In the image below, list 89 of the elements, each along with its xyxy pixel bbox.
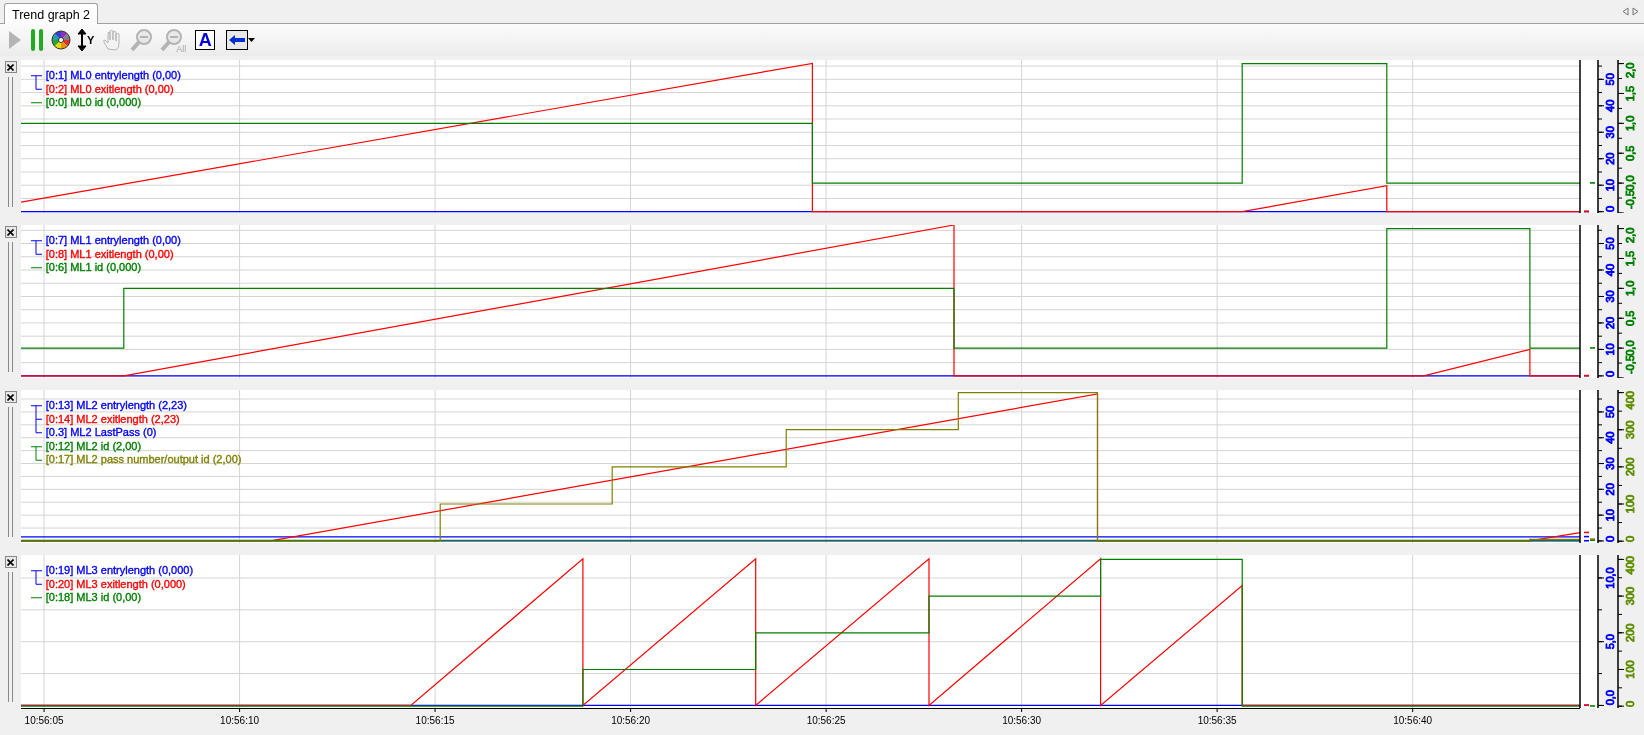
- axis-label: 10:56:35: [1197, 715, 1237, 726]
- axis-label: 300: [1624, 586, 1636, 606]
- axis-label: 300: [1624, 420, 1636, 439]
- axis-label: 10:56:40: [1393, 715, 1433, 726]
- axis-label: 10:56:05: [24, 715, 64, 726]
- left-arrow-icon: [229, 34, 246, 46]
- axis-label: 0,0: [1604, 690, 1616, 706]
- splitter-handle-icon: [6, 407, 15, 537]
- legend-entry: [0:6] ML1 id (0,000): [45, 261, 142, 275]
- legend-entry: [0:12] ML2 id (2,00): [45, 439, 143, 453]
- axis-label: 1,5: [1624, 85, 1636, 102]
- pause-icon: [29, 28, 45, 52]
- legend-entry: [0:0] ML0 id (0,000): [45, 96, 142, 110]
- tab[interactable]: Trend graph 2: [4, 3, 99, 24]
- axis-label: 20: [1604, 316, 1616, 330]
- vertical-arrows-icon: [77, 29, 87, 51]
- axis-label: -0,5: [1624, 190, 1636, 210]
- legend-entry: [0:19] ML3 entrylength (0,000): [45, 564, 194, 578]
- axis-label: 0: [1604, 535, 1616, 542]
- axis-label: 30: [1604, 457, 1616, 470]
- legend-entry: [0:2] ML0 exitlength (0,00): [45, 82, 175, 96]
- axis-label: 100: [1624, 660, 1636, 679]
- axis-label: 20: [1604, 152, 1616, 165]
- axis-label: 40: [1604, 431, 1616, 444]
- axis-label: 0: [1604, 205, 1616, 212]
- legend-entry: [0:17] ML2 pass number/output id (2,00): [45, 453, 242, 467]
- axis-label: 50: [1604, 237, 1616, 250]
- axis-label: 50: [1604, 73, 1616, 86]
- legend-entry: [0:7] ML1 entrylength (0,00): [45, 234, 181, 248]
- axis-label: 1,5: [1624, 250, 1636, 267]
- axis-label: 30: [1604, 126, 1616, 139]
- close-icon: [7, 63, 14, 71]
- axis-label: 200: [1624, 457, 1636, 477]
- legend-entry: [0:13] ML2 entrylength (2,23): [45, 399, 187, 413]
- axis-label: 400: [1624, 556, 1636, 575]
- axis-label: 100: [1624, 494, 1636, 514]
- axis-label: 10:56:20: [611, 715, 651, 726]
- axis-label: 10:56:25: [806, 715, 846, 726]
- close-icon: [7, 228, 14, 236]
- axis-label: 0: [1624, 535, 1636, 542]
- font-button[interactable]: A: [195, 30, 216, 50]
- axis-label: 1,0: [1624, 280, 1636, 296]
- legend-entry: [0:14] ML2 exitlength (2,23): [45, 412, 181, 426]
- zoom-out-icon: [160, 28, 185, 52]
- axis-label: 10: [1604, 343, 1616, 356]
- axis-label: 0,0: [1624, 175, 1636, 191]
- axis-label: -0,5: [1624, 355, 1636, 375]
- legend-entry: [0:1] ML0 entrylength (0,00): [45, 69, 181, 83]
- y-axis-scale-button[interactable]: Y: [76, 26, 96, 54]
- close-button[interactable]: [4, 556, 17, 568]
- axis-label: 10: [1604, 179, 1616, 192]
- close-icon: [7, 393, 14, 401]
- splitter-handle-icon: [6, 77, 15, 207]
- close-button[interactable]: [4, 391, 17, 403]
- axis-label: 50: [1604, 405, 1616, 419]
- color-wheel-icon: [51, 30, 71, 50]
- splitter-handle-icon: [6, 242, 15, 372]
- axis-label: 0,0: [1624, 340, 1636, 356]
- axis-label: 0,5: [1624, 145, 1636, 161]
- splitter-handle-icon: [6, 572, 15, 702]
- axis-label: 20: [1604, 483, 1616, 496]
- axis-label: 40: [1604, 99, 1616, 112]
- axis-label: 10:56:10: [220, 715, 260, 726]
- axis-label: 0: [1624, 700, 1636, 707]
- axis-label: 5,0: [1604, 634, 1616, 650]
- scroll-left-icon: [1621, 7, 1629, 16]
- legend-entry: [0:18] ML3 id (0,00): [45, 591, 142, 605]
- axis-label: 40: [1604, 263, 1616, 277]
- close-button[interactable]: [4, 61, 17, 73]
- axis-label: 0,5: [1624, 310, 1636, 326]
- scroll-right-icon: [1631, 7, 1639, 16]
- legend-entry: [0:8] ML1 exitlength (0,00): [45, 247, 175, 261]
- axis-label: 10,0: [1604, 567, 1616, 589]
- axis-label: 2,0: [1624, 227, 1636, 243]
- axis-label: 1,0: [1624, 115, 1636, 131]
- axis-label: 30: [1604, 290, 1616, 303]
- axis-label: 0: [1604, 370, 1616, 377]
- zoom-out-icon: [130, 28, 155, 52]
- axis-label: 400: [1624, 391, 1636, 410]
- legend-entry: [0:20] ML3 exitlength (0,000): [45, 577, 187, 591]
- close-button[interactable]: [4, 226, 17, 238]
- play-icon: [7, 29, 23, 51]
- axis-label: 2,0: [1624, 62, 1636, 78]
- axis-label: 10: [1604, 509, 1616, 522]
- legend-entry: [0.3] ML2 LastPass (0): [45, 426, 158, 440]
- axis-label: 10:56:15: [415, 715, 455, 726]
- close-icon: [7, 558, 14, 566]
- axis-label: 10:56:30: [1002, 715, 1042, 726]
- axis-label: 200: [1624, 623, 1636, 642]
